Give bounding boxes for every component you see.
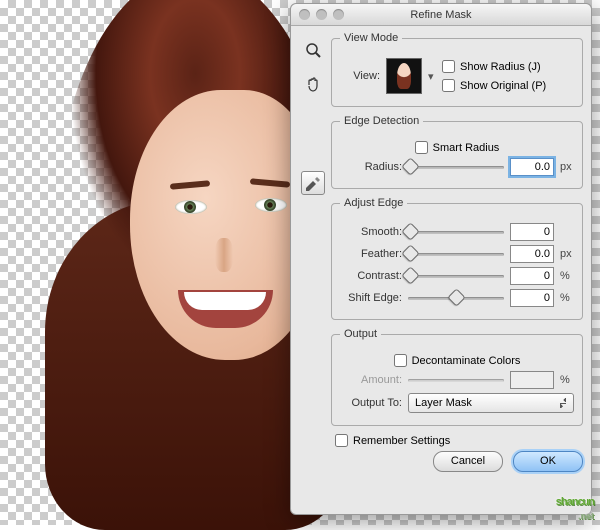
remember-settings-input[interactable] bbox=[335, 434, 348, 447]
hand-icon bbox=[305, 76, 321, 92]
show-radius-checkbox[interactable]: Show Radius (J) bbox=[442, 60, 574, 73]
smooth-field[interactable]: 0 bbox=[510, 223, 554, 241]
remember-settings-checkbox[interactable]: Remember Settings bbox=[335, 434, 583, 447]
smart-radius-input[interactable] bbox=[415, 141, 428, 154]
amount-field bbox=[510, 371, 554, 389]
feather-field[interactable]: 0.0 bbox=[510, 245, 554, 263]
show-radius-label: Show Radius (J) bbox=[460, 61, 541, 73]
output-to-value: Layer Mask bbox=[415, 397, 472, 409]
contrast-field[interactable]: 0 bbox=[510, 267, 554, 285]
output-to-select[interactable]: Layer Mask bbox=[408, 393, 574, 413]
watermark: shancun.net bbox=[556, 485, 594, 521]
output-legend: Output bbox=[340, 328, 381, 340]
smooth-slider[interactable] bbox=[408, 225, 504, 239]
show-original-label: Show Original (P) bbox=[460, 80, 546, 92]
radius-field[interactable]: 0.0 bbox=[510, 158, 554, 176]
smooth-label: Smooth: bbox=[340, 226, 402, 238]
view-mode-legend: View Mode bbox=[340, 32, 402, 44]
shift-edge-label: Shift Edge: bbox=[340, 292, 402, 304]
view-mode-group: View Mode View: ▾ Show Radius (J) Show O… bbox=[331, 32, 583, 107]
view-thumbnail[interactable] bbox=[386, 58, 422, 94]
feather-slider[interactable] bbox=[408, 247, 504, 261]
show-original-input[interactable] bbox=[442, 79, 455, 92]
hand-tool[interactable] bbox=[301, 72, 325, 96]
shift-edge-slider[interactable] bbox=[408, 291, 504, 305]
magnifier-icon bbox=[305, 42, 321, 58]
show-radius-input[interactable] bbox=[442, 60, 455, 73]
adjust-edge-group: Adjust Edge Smooth: 0 Feather: 0.0 px Co… bbox=[331, 197, 583, 320]
amount-slider bbox=[408, 373, 504, 387]
ok-button[interactable]: OK bbox=[513, 451, 583, 472]
amount-label: Amount: bbox=[340, 374, 402, 386]
contrast-unit: % bbox=[560, 270, 574, 282]
minimize-icon bbox=[316, 9, 327, 20]
feather-label: Feather: bbox=[340, 248, 402, 260]
shift-edge-field[interactable]: 0 bbox=[510, 289, 554, 307]
edge-detection-group: Edge Detection Smart Radius Radius: 0.0 … bbox=[331, 115, 583, 189]
radius-unit: px bbox=[560, 161, 574, 173]
close-icon[interactable] bbox=[299, 9, 310, 20]
edge-detection-legend: Edge Detection bbox=[340, 115, 423, 127]
feather-unit: px bbox=[560, 248, 574, 260]
chevron-down-icon[interactable]: ▾ bbox=[428, 70, 436, 83]
refine-radius-tool[interactable] bbox=[301, 171, 325, 195]
radius-slider[interactable] bbox=[408, 160, 504, 174]
zoom-icon bbox=[333, 9, 344, 20]
shift-edge-unit: % bbox=[560, 292, 574, 304]
output-group: Output Decontaminate Colors Amount: % Ou… bbox=[331, 328, 583, 426]
smart-radius-checkbox[interactable]: Smart Radius bbox=[415, 141, 500, 154]
smart-radius-label: Smart Radius bbox=[433, 142, 500, 154]
dialog-titlebar[interactable]: Refine Mask bbox=[291, 4, 591, 26]
decontaminate-checkbox[interactable]: Decontaminate Colors bbox=[394, 354, 521, 367]
document-image bbox=[20, 0, 320, 525]
amount-unit: % bbox=[560, 374, 574, 386]
contrast-label: Contrast: bbox=[340, 270, 402, 282]
radius-label: Radius: bbox=[340, 161, 402, 173]
show-original-checkbox[interactable]: Show Original (P) bbox=[442, 79, 574, 92]
dialog-title: Refine Mask bbox=[410, 9, 471, 21]
output-to-label: Output To: bbox=[340, 397, 402, 409]
zoom-tool[interactable] bbox=[301, 38, 325, 62]
view-label: View: bbox=[340, 70, 380, 82]
cancel-button[interactable]: Cancel bbox=[433, 451, 503, 472]
contrast-slider[interactable] bbox=[408, 269, 504, 283]
decontaminate-input[interactable] bbox=[394, 354, 407, 367]
decontaminate-label: Decontaminate Colors bbox=[412, 355, 521, 367]
refine-mask-dialog: Refine Mask View Mode View: ▾ Show Radiu… bbox=[290, 3, 592, 515]
adjust-edge-legend: Adjust Edge bbox=[340, 197, 407, 209]
brush-icon bbox=[304, 175, 322, 191]
remember-settings-label: Remember Settings bbox=[353, 435, 450, 447]
